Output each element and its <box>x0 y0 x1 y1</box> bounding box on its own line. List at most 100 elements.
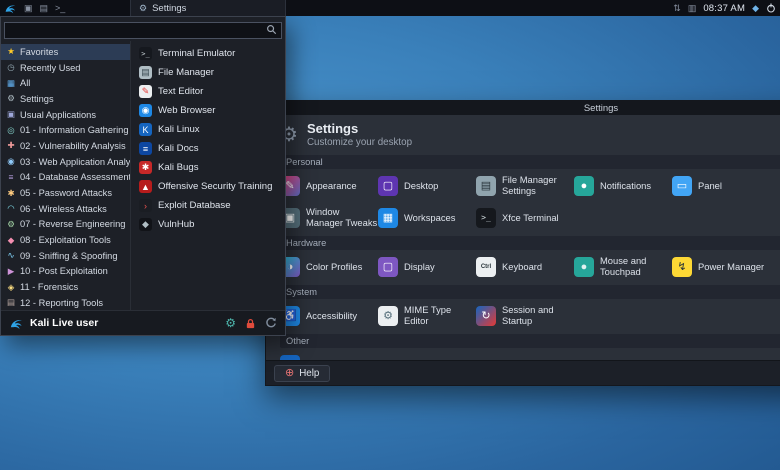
settings-tile[interactable]: ♿ Accessibility <box>280 302 378 330</box>
tile-label: Accessibility <box>306 309 358 321</box>
menu-item-label: Text Editor <box>158 86 204 97</box>
tile-grid: ◑ Color Profiles ▢ Display Ctrl Keyboard… <box>280 253 780 281</box>
menu-category[interactable]: ✚ 02 - Vulnerability Analysis <box>1 138 130 154</box>
section-label: Other <box>280 333 780 348</box>
tile-label: Keyboard <box>502 260 543 272</box>
settings-tile[interactable]: >_ Xfce Terminal <box>476 204 574 232</box>
menu-item[interactable]: ▲ Offensive Security Training <box>135 177 281 196</box>
menu-item-icon: K <box>139 123 152 136</box>
menu-category[interactable]: ◠ 06 - Wireless Attacks <box>1 201 130 217</box>
menu-item[interactable]: ◆ VulnHub <box>135 215 281 234</box>
menu-item-label: Web Browser <box>158 105 216 116</box>
volume-tray-icon[interactable]: ▥ <box>688 0 697 16</box>
menu-footer: Kali Live user ⚙ <box>1 310 285 335</box>
menu-search-row <box>1 17 285 41</box>
settings-tile[interactable]: ▭ Panel <box>672 172 770 200</box>
settings-section: Personal ✎ Appearance ▢ Desktop ▤ File M… <box>280 154 780 232</box>
menu-category[interactable]: ◆ 08 - Exploitation Tools <box>1 232 130 248</box>
logout-icon[interactable] <box>265 317 277 329</box>
settings-tile[interactable]: ↯ Power Manager <box>672 253 770 281</box>
panel-launcher-icon[interactable]: ▣ <box>24 0 33 16</box>
menu-item[interactable]: ≡ Kali Docs <box>135 139 281 158</box>
menu-category[interactable]: ▦ All <box>1 75 130 91</box>
category-label: 12 - Reporting Tools <box>20 297 104 308</box>
menu-item-label: VulnHub <box>158 219 195 230</box>
help-bar: ⊕ Help <box>266 360 780 385</box>
category-label: 04 - Database Assessment <box>20 172 130 183</box>
menu-category[interactable]: ∿ 09 - Sniffing & Spoofing <box>1 248 130 264</box>
all-settings-icon[interactable]: ⚙ <box>225 317 236 329</box>
gear-icon: ⚙ <box>139 2 148 13</box>
settings-tile[interactable]: ▢ Desktop <box>378 172 476 200</box>
settings-sections: Personal ✎ Appearance ▢ Desktop ▤ File M… <box>266 154 780 379</box>
menu-category[interactable]: ◎ 01 - Information Gathering <box>1 122 130 138</box>
menu-item-icon: ✱ <box>139 161 152 174</box>
settings-tile[interactable]: ↻ Session and Startup <box>476 302 574 330</box>
menu-category[interactable]: ◈ 11 - Forensics <box>1 279 130 295</box>
clock[interactable]: 08:37 AM <box>703 3 745 14</box>
menu-category[interactable]: ⚙ 07 - Reverse Engineering <box>1 217 130 233</box>
category-icon: ◈ <box>7 281 15 292</box>
settings-tile[interactable]: ✎ Appearance <box>280 172 378 200</box>
settings-tile[interactable]: ● Mouse and Touchpad <box>574 253 672 281</box>
settings-tile[interactable]: ▤ File Manager Settings <box>476 172 574 200</box>
status-tray-icon[interactable]: ◆ <box>752 0 759 16</box>
menu-item[interactable]: ▤ File Manager <box>135 63 281 82</box>
tile-label: Panel <box>698 179 722 191</box>
menu-item[interactable]: >_ Terminal Emulator <box>135 44 281 63</box>
category-label: 03 - Web Application Analysis <box>20 156 130 167</box>
settings-tile[interactable]: ● Notifications <box>574 172 672 200</box>
settings-tile[interactable]: ▣ Window Manager Tweaks <box>280 204 378 232</box>
tile-label: Appearance <box>306 179 357 191</box>
tile-label: Notifications <box>600 179 652 191</box>
menu-category[interactable]: ≡ 04 - Database Assessment <box>1 170 130 186</box>
menu-category[interactable]: ⚙ Settings <box>1 91 130 107</box>
search-input[interactable] <box>4 22 282 39</box>
tile-label: MIME Type Editor <box>404 304 452 326</box>
category-label: Usual Applications <box>20 109 96 120</box>
settings-tile[interactable]: ⚙ MIME Type Editor <box>378 302 476 330</box>
category-icon: ◎ <box>7 124 15 135</box>
category-icon: ▤ <box>6 297 16 308</box>
menu-category[interactable]: ✱ 05 - Password Attacks <box>1 185 130 201</box>
menu-category[interactable]: ▣ Usual Applications <box>1 107 130 123</box>
menu-category[interactable]: ▤ 12 - Reporting Tools <box>1 295 130 310</box>
menu-category[interactable]: ◷ Recently Used <box>1 60 130 76</box>
menu-category-list: ★ Favorites ◷ Recently Used ▦ All ⚙ Sett… <box>1 41 131 310</box>
menu-item[interactable]: ✱ Kali Bugs <box>135 158 281 177</box>
menu-item-label: Kali Linux <box>158 124 200 135</box>
settings-tile[interactable]: ▢ Display <box>378 253 476 281</box>
category-label: Settings <box>20 93 54 104</box>
app-menu-button[interactable] <box>4 2 17 15</box>
taskbar-window-button[interactable]: ⚙ Settings <box>130 0 286 16</box>
menu-category[interactable]: ▶ 10 - Post Exploitation <box>1 264 130 280</box>
help-label: Help <box>299 367 320 379</box>
menu-item[interactable]: ✎ Text Editor <box>135 82 281 101</box>
menu-item-label: Terminal Emulator <box>158 48 236 59</box>
tile-label: Desktop <box>404 179 439 191</box>
panel-launcher-icon[interactable]: ▤ <box>40 0 49 16</box>
network-tray-icon[interactable]: ⇅ <box>673 0 681 16</box>
menu-item[interactable]: › Exploit Database <box>135 196 281 215</box>
help-button[interactable]: ⊕ Help <box>274 364 331 382</box>
menu-item[interactable]: K Kali Linux <box>135 120 281 139</box>
tile-icon: ⚙ <box>378 305 398 326</box>
category-label: 09 - Sniffing & Spoofing <box>20 250 118 261</box>
menu-item[interactable]: ◉ Web Browser <box>135 101 281 120</box>
lock-screen-icon[interactable] <box>245 318 256 329</box>
section-label: System <box>280 284 780 299</box>
tile-icon: ↯ <box>672 256 692 277</box>
menu-item-label: Kali Docs <box>158 143 199 154</box>
category-icon: ◆ <box>7 234 15 245</box>
terminal-launcher-icon[interactable]: >_ <box>55 0 65 16</box>
menu-category[interactable]: ◉ 03 - Web Application Analysis <box>1 154 130 170</box>
settings-tile[interactable]: ▦ Workspaces <box>378 204 476 232</box>
menu-category[interactable]: ★ Favorites <box>1 44 130 60</box>
power-tray-icon[interactable] <box>766 3 776 13</box>
settings-tile[interactable]: ◑ Color Profiles <box>280 253 378 281</box>
window-title: Settings <box>583 102 619 114</box>
tile-grid: ✎ Appearance ▢ Desktop ▤ File Manager Se… <box>280 172 780 232</box>
window-titlebar[interactable]: Settings <box>266 101 780 115</box>
settings-subtitle: Customize your desktop <box>306 136 413 148</box>
settings-tile[interactable]: Ctrl Keyboard <box>476 253 574 281</box>
